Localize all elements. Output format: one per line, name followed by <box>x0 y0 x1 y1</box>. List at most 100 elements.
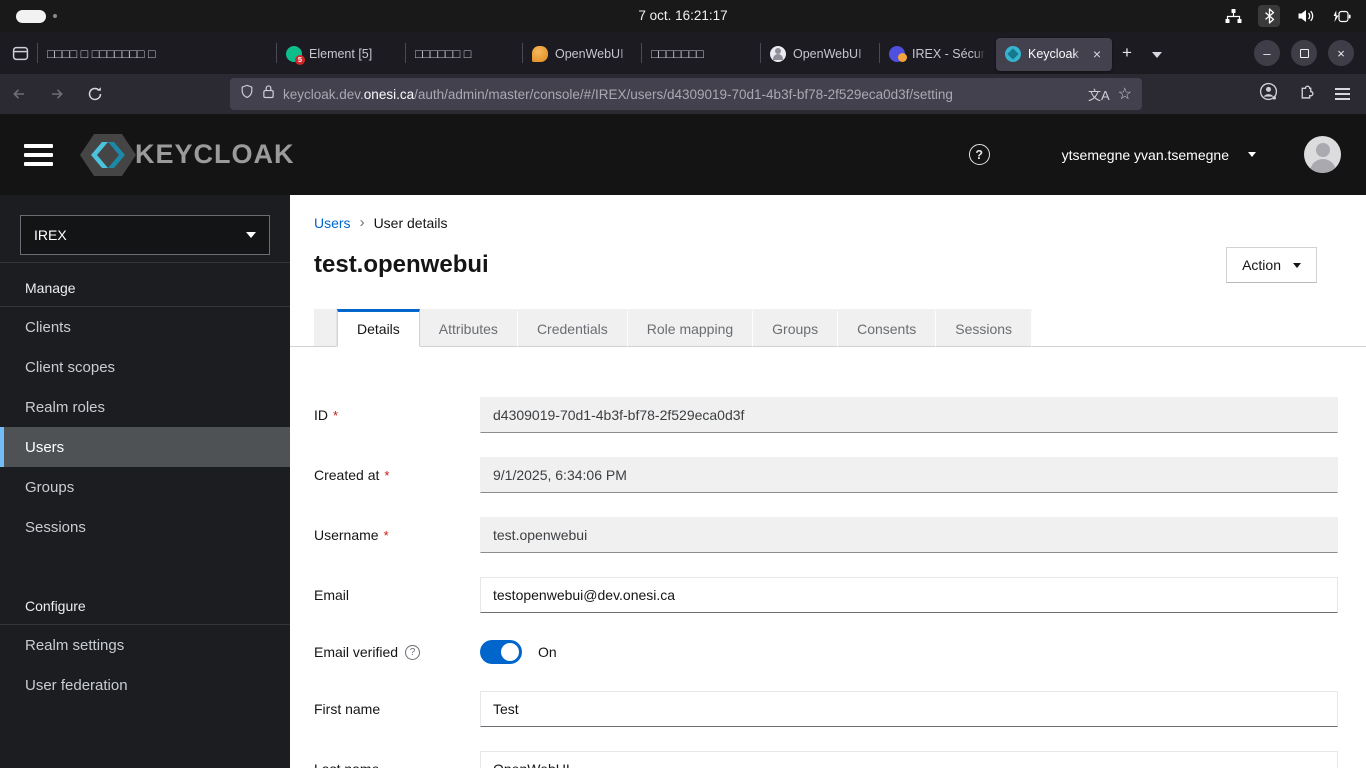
back-button[interactable] <box>0 86 38 102</box>
notification-badge: 5 <box>295 55 305 65</box>
firefox-view-icon[interactable] <box>12 45 29 62</box>
chevron-down-icon <box>1151 52 1162 58</box>
tab-credentials[interactable]: Credentials <box>517 309 628 347</box>
caret-down-icon <box>246 232 256 238</box>
nav-toggle-icon[interactable] <box>24 143 53 166</box>
required-asterisk: * <box>383 527 389 543</box>
breadcrumb: Users › User details <box>290 195 1366 231</box>
sidebar-item-sessions[interactable]: Sessions <box>0 507 290 547</box>
browser-tab-element[interactable]: 5 Element [5] <box>277 38 405 71</box>
browser-tab-openwebui-2[interactable]: OpenWebUI <box>761 38 879 71</box>
keycloak-masthead: KEYCLOAK ? ytsemegne yvan.tsemegne <box>0 114 1366 195</box>
sidebar-item-clients[interactable]: Clients <box>0 307 290 347</box>
browser-tab-irex[interactable]: IREX - Sécur <box>880 38 996 71</box>
tab-title: □□□□□□□ <box>651 47 704 61</box>
forward-button[interactable] <box>38 86 76 102</box>
window-controls: – × <box>1254 40 1366 66</box>
form-row-id: ID * <box>314 397 1338 433</box>
menu-icon[interactable] <box>1335 87 1350 101</box>
extensions-icon[interactable] <box>1298 83 1315 105</box>
realm-selector[interactable]: IREX <box>20 215 270 255</box>
field-label: First name <box>314 701 381 717</box>
avatar[interactable] <box>1304 136 1341 173</box>
browser-tab-5[interactable]: □□□□□□□ <box>642 38 760 71</box>
window-close-button[interactable]: × <box>1328 40 1354 66</box>
shield-icon[interactable] <box>240 84 254 104</box>
translate-icon[interactable]: 文A <box>1088 85 1110 104</box>
nav-right-icons <box>1259 74 1366 114</box>
browser-tab-keycloak-active[interactable]: Keycloak × <box>996 37 1112 71</box>
id-field <box>480 397 1338 433</box>
tab-role-mapping[interactable]: Role mapping <box>627 309 754 347</box>
email-field[interactable] <box>480 577 1338 613</box>
breadcrumb-chevron-icon: › <box>359 214 365 231</box>
sidebar: IREX Manage Clients Client scopes Realm … <box>0 195 290 768</box>
page-title: test.openwebui <box>314 251 489 278</box>
brand-text: KEYCLOAK <box>135 139 295 169</box>
sidebar-item-users[interactable]: Users <box>0 427 290 467</box>
first-name-field[interactable] <box>480 691 1338 727</box>
lock-icon[interactable] <box>262 84 275 104</box>
tab-sessions[interactable]: Sessions <box>936 309 1033 347</box>
form-row-first-name: First name <box>314 691 1338 727</box>
tab-groups[interactable]: Groups <box>753 309 839 347</box>
workspaces-indicator-pill[interactable] <box>16 10 46 23</box>
tabstrip-filler <box>1032 309 1366 347</box>
openwebui-gray-icon <box>770 46 786 62</box>
title-row: test.openwebui Action <box>314 247 1317 283</box>
bluetooth-icon <box>1258 5 1280 27</box>
new-tab-button[interactable]: + <box>1112 43 1142 63</box>
last-name-field[interactable] <box>480 751 1338 768</box>
browser-tab-3[interactable]: □□□□□□ □ <box>406 38 522 71</box>
tab-attributes[interactable]: Attributes <box>419 309 518 347</box>
workspace-dot-icon <box>53 14 57 18</box>
tab-consents[interactable]: Consents <box>838 309 937 347</box>
detail-tabs: Details Attributes Credentials Role mapp… <box>290 309 1366 347</box>
created-at-field <box>480 457 1338 493</box>
list-all-tabs-button[interactable] <box>1142 43 1172 63</box>
tab-title: OpenWebUI <box>793 47 862 61</box>
sidebar-item-groups[interactable]: Groups <box>0 467 290 507</box>
user-menu-label[interactable]: ytsemegne yvan.tsemegne <box>1062 147 1229 163</box>
email-verified-toggle[interactable] <box>480 640 522 664</box>
tab-details[interactable]: Details <box>337 309 420 347</box>
toggle-state-label: On <box>538 644 557 660</box>
keycloak-logo-icon <box>80 133 136 176</box>
username-field <box>480 517 1338 553</box>
tab-title: □□□□□□ □ <box>415 47 472 61</box>
address-bar[interactable]: keycloak.dev.onesi.ca/auth/admin/master/… <box>230 78 1142 110</box>
user-menu-caret-icon[interactable] <box>1248 152 1256 157</box>
main-content: Users › User details test.openwebui Acti… <box>290 195 1366 768</box>
masthead-right: ? ytsemegne yvan.tsemegne <box>968 136 1366 173</box>
sidebar-item-client-scopes[interactable]: Client scopes <box>0 347 290 387</box>
system-top-bar: 7 oct. 16:21:17 <box>0 0 1366 32</box>
reload-button[interactable] <box>76 86 114 102</box>
action-dropdown-button[interactable]: Action <box>1226 247 1317 283</box>
tab-title: Element [5] <box>309 47 373 61</box>
sidebar-item-realm-settings[interactable]: Realm settings <box>0 625 290 665</box>
system-clock[interactable]: 7 oct. 16:21:17 <box>638 0 727 32</box>
browser-tab-1[interactable]: □□□□ □ □□□□□□□ □ <box>38 38 276 71</box>
required-asterisk: * <box>333 407 339 423</box>
sidebar-item-realm-roles[interactable]: Realm roles <box>0 387 290 427</box>
window-minimize-button[interactable]: – <box>1254 40 1280 66</box>
network-icon <box>1222 5 1244 27</box>
keycloak-logo[interactable]: KEYCLOAK <box>77 131 295 179</box>
help-icon[interactable]: ? <box>405 644 421 660</box>
section-label-configure: Configure <box>25 598 86 614</box>
form-row-username: Username * <box>314 517 1338 553</box>
bookmark-star-icon[interactable]: ☆ <box>1118 84 1132 104</box>
account-icon[interactable] <box>1259 82 1278 106</box>
system-tray[interactable] <box>1222 0 1352 32</box>
required-asterisk: * <box>384 467 390 483</box>
breadcrumb-users-link[interactable]: Users <box>314 215 351 231</box>
window-maximize-button[interactable] <box>1291 40 1317 66</box>
help-icon[interactable]: ? <box>968 144 990 165</box>
url-text: keycloak.dev.onesi.ca/auth/admin/master/… <box>283 86 953 102</box>
sidebar-item-user-federation[interactable]: User federation <box>0 665 290 705</box>
openwebui-icon <box>532 46 548 62</box>
browser-tab-openwebui-1[interactable]: OpenWebUI <box>523 38 641 71</box>
field-label: Email verified? <box>314 644 480 660</box>
form-row-created-at: Created at * <box>314 457 1338 493</box>
tab-close-icon[interactable]: × <box>1091 46 1103 62</box>
